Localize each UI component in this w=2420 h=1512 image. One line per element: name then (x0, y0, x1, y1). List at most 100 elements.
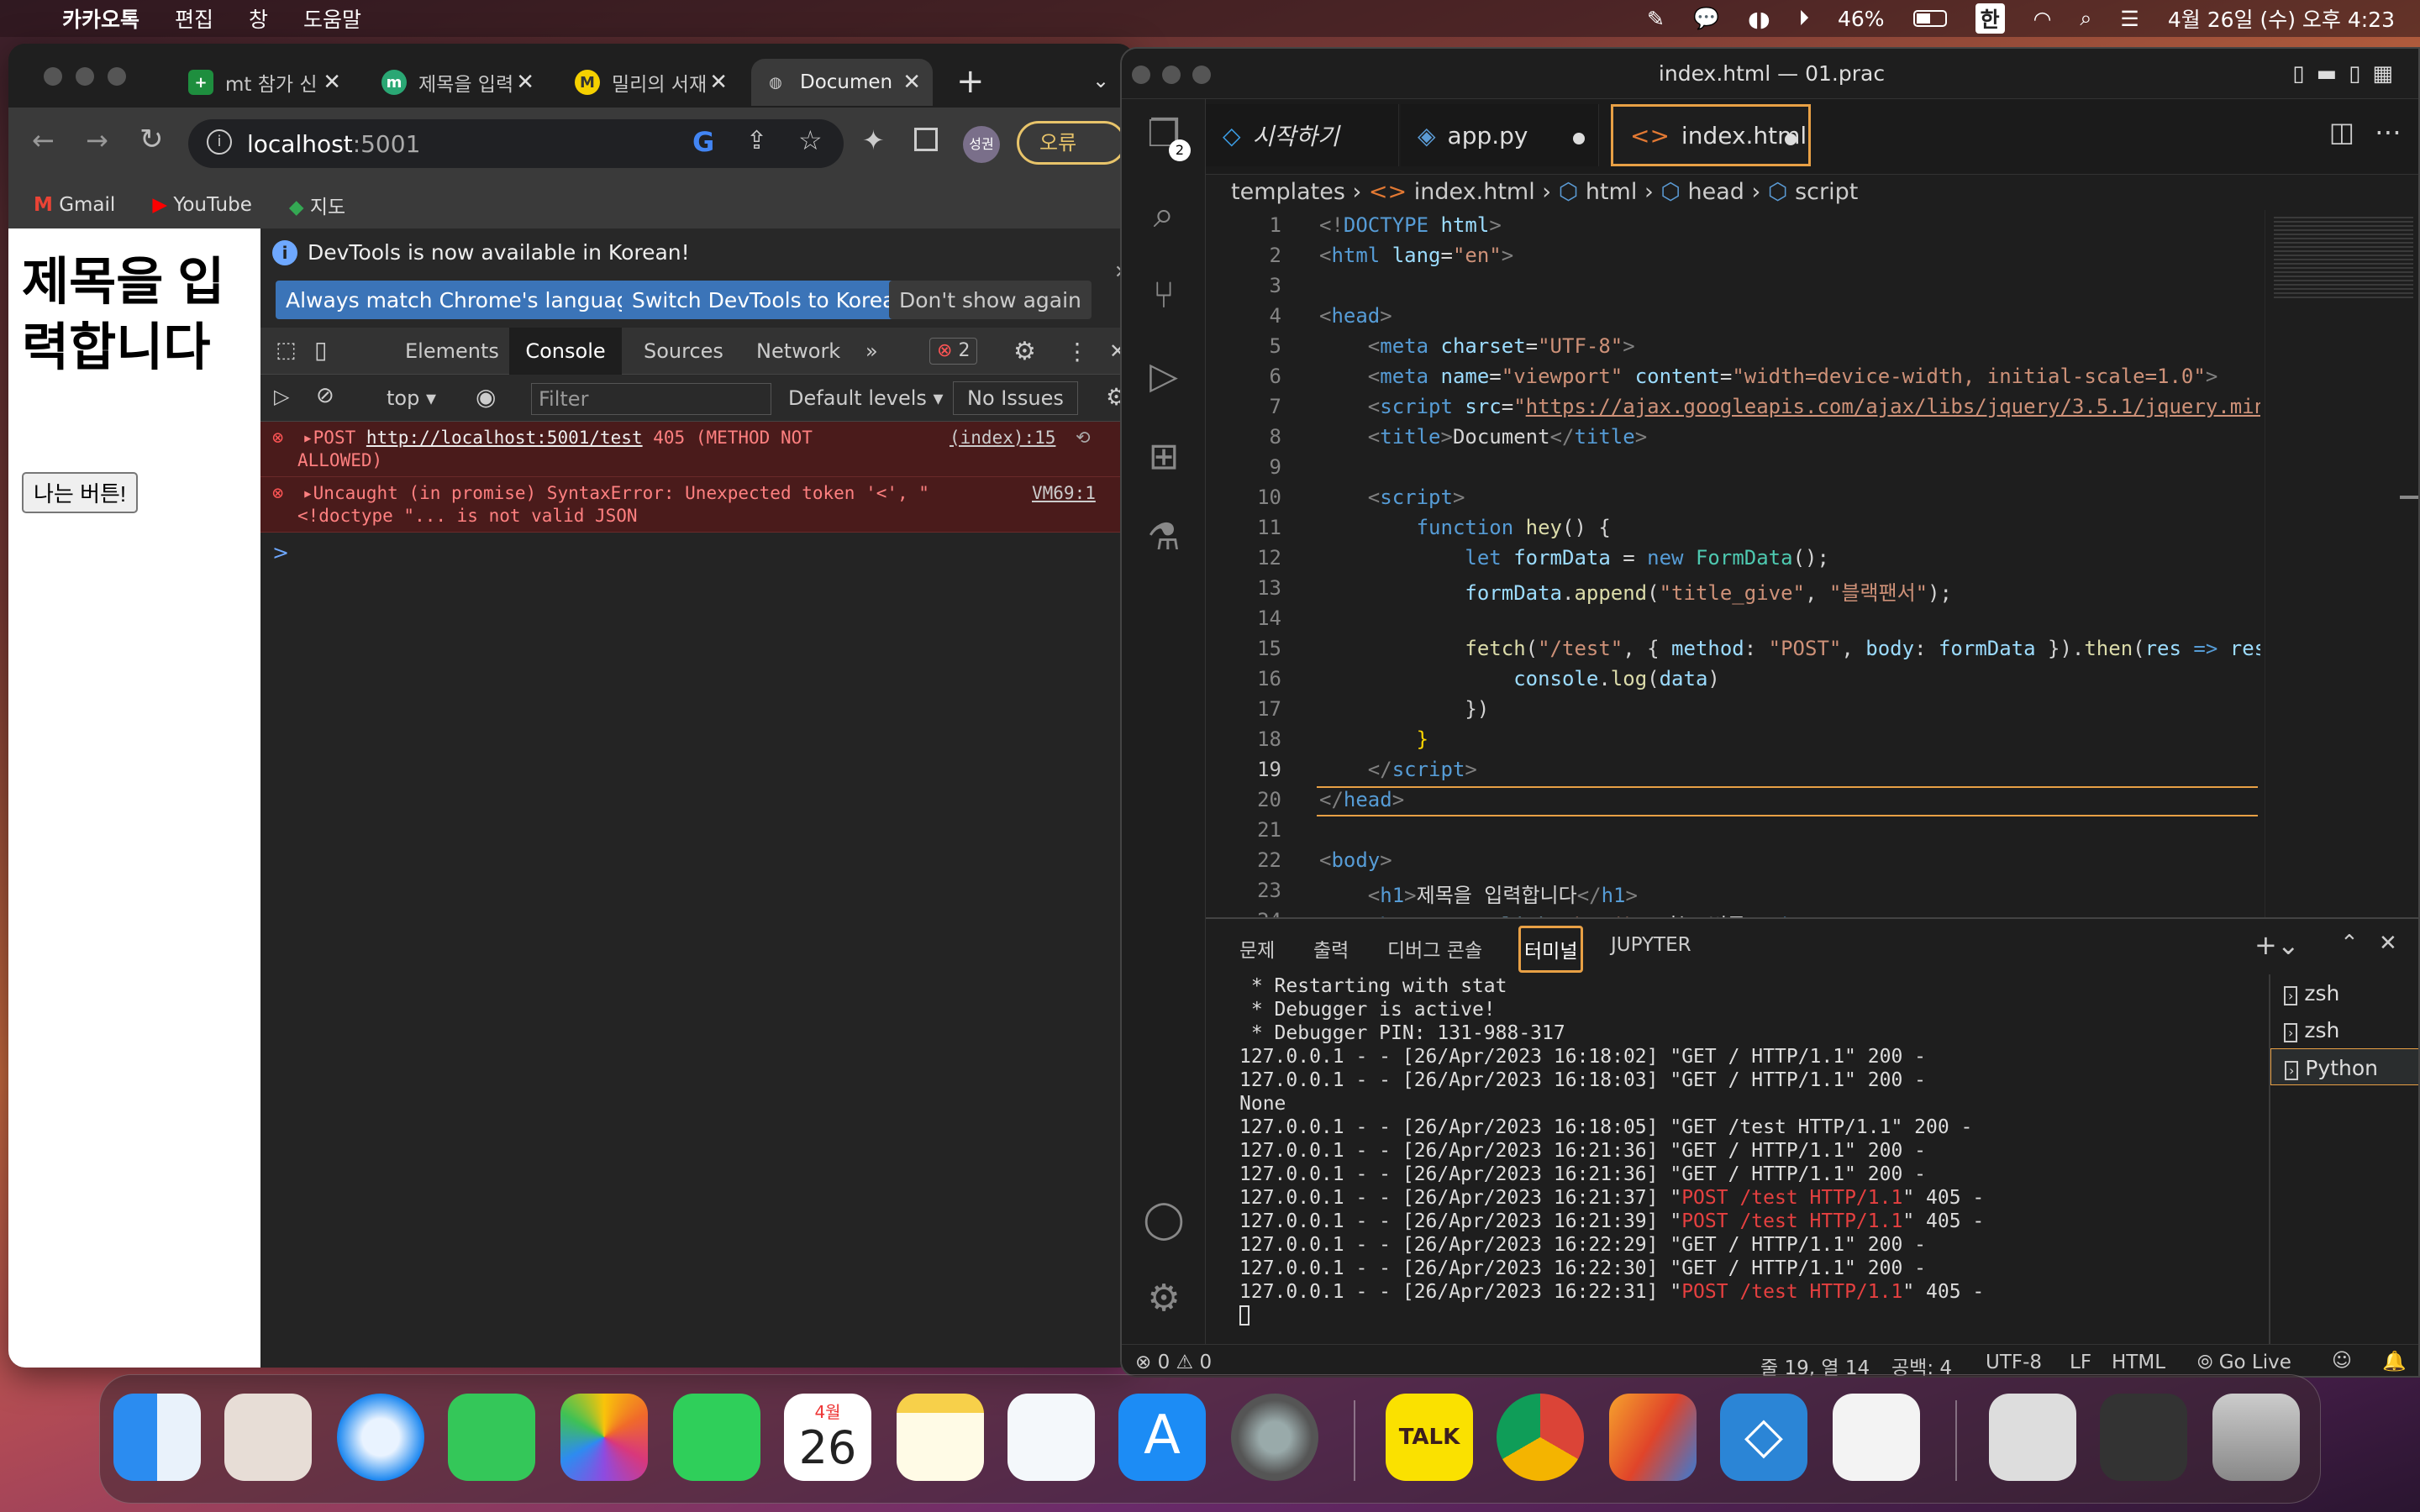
input-source[interactable]: 한 (1975, 3, 2005, 34)
close-tab-icon[interactable]: ✕ (516, 70, 534, 95)
menu-window[interactable]: 창 (249, 3, 268, 34)
breadcrumb-item[interactable]: templates (1231, 179, 1345, 205)
problems-status[interactable]: ⊗ 0 ⚠ 0 (1135, 1352, 1212, 1373)
notes-icon[interactable] (897, 1394, 984, 1481)
terminal-item-active[interactable]: › Python (2270, 1048, 2418, 1085)
layout-icons[interactable]: ▯▬▯▦ (2292, 49, 2405, 99)
tab-terminal[interactable]: 터미널 (1518, 926, 1584, 973)
address-bar[interactable]: i localhost:5001 G ⇪ ☆ (188, 119, 844, 168)
close-window-icon[interactable] (1132, 66, 1150, 84)
levels-select[interactable]: Default levels ▾ (788, 386, 944, 410)
close-panel-icon[interactable]: ✕ (2379, 931, 2397, 956)
clear-console-icon[interactable]: ⊘ (316, 383, 334, 408)
site-info-icon[interactable]: i (207, 129, 232, 155)
share-icon[interactable]: ⇪ (746, 126, 767, 155)
breadcrumb-item[interactable]: html (1586, 179, 1638, 205)
new-tab-icon[interactable]: + (956, 62, 985, 101)
tab-app-py[interactable]: ◈ app.py (1401, 104, 1599, 166)
close-tab-icon[interactable]: ✕ (709, 70, 728, 95)
battery-percent[interactable]: 46% (1838, 7, 1885, 31)
tab-welcome[interactable]: ◇ 시작하기 (1206, 104, 1399, 166)
manage-gear-icon[interactable]: ⚙ (1140, 1275, 1187, 1322)
code-editor[interactable]: 123456789101112131415161718192021222324 … (1206, 210, 2418, 937)
error-source-link[interactable]: VM69:1 (1032, 482, 1096, 505)
play-icon[interactable]: ⏵ (1798, 6, 1809, 31)
breadcrumb-item[interactable]: script (1795, 179, 1858, 205)
terminal-item[interactable]: › zsh (2270, 1011, 2418, 1048)
error-count-badge[interactable]: ⊗ 2 (929, 338, 978, 365)
error-button[interactable]: 오류 (1017, 121, 1126, 165)
bookmark-star-icon[interactable]: ☆ (798, 124, 823, 156)
notifications-icon[interactable]: 🔔 (2382, 1350, 2407, 1373)
tab-jupyter[interactable]: JUPYTER (1611, 934, 1691, 956)
close-window-icon[interactable] (44, 67, 62, 86)
minimap-slider[interactable] (2400, 496, 2418, 499)
hey-button[interactable]: 나는 버튼! (22, 472, 139, 513)
finder-icon[interactable] (113, 1394, 201, 1481)
tab-network[interactable]: Network (756, 328, 840, 375)
extensions-icon[interactable]: ✦ (862, 124, 885, 156)
photos-icon[interactable] (560, 1394, 648, 1481)
recent-window-icon[interactable] (2100, 1394, 2187, 1481)
trash-icon[interactable] (2212, 1394, 2300, 1481)
bookmark-youtube[interactable]: ▶ YouTube (152, 194, 252, 216)
device-toolbar-icon[interactable]: ▯ (314, 336, 327, 364)
close-tab-icon[interactable]: ✕ (323, 70, 341, 95)
extensions-icon[interactable]: ⊞ (1140, 433, 1187, 480)
breadcrumb-item[interactable]: index.html (1414, 179, 1535, 205)
split-editor-icon[interactable]: ◫ (2329, 116, 2354, 148)
search-icon[interactable]: ⌕ (1140, 192, 1187, 239)
unsaved-dot-icon[interactable] (1573, 133, 1585, 144)
inspect-icon[interactable]: ⬚ (276, 338, 297, 363)
zoom-window-icon[interactable] (1192, 66, 1211, 84)
tab-sources[interactable]: Sources (644, 328, 723, 375)
launchpad-icon[interactable] (224, 1394, 312, 1481)
kebab-menu-icon[interactable]: ⋮ (1065, 328, 1089, 375)
messages-icon[interactable] (448, 1394, 535, 1481)
back-icon[interactable]: ← (32, 124, 55, 156)
terminal-output[interactable]: * Restarting with stat * Debugger is act… (1239, 974, 2256, 1344)
kakaotalk-icon[interactable]: TALK (1386, 1394, 1473, 1481)
switch-korean-button[interactable]: Switch DevTools to Korean (622, 281, 919, 319)
tab-console[interactable]: Console (509, 328, 622, 375)
google-icon[interactable]: G (692, 126, 714, 158)
system-settings-icon[interactable] (1231, 1394, 1318, 1481)
source-control-icon[interactable]: ⑂ (1140, 272, 1187, 319)
bookmark-gmail[interactable]: M Gmail (34, 194, 115, 216)
more-actions-icon[interactable]: ⋯ (2375, 116, 2402, 148)
new-terminal-icon[interactable]: +⌄ (2254, 929, 2300, 961)
browser-tab-active[interactable]: ◍ Documen ✕ (751, 59, 933, 106)
network-request-icon[interactable]: ⟲ (1076, 427, 1091, 449)
browser-tab[interactable]: m 제목을 입력 ✕ (370, 59, 546, 106)
zoom-window-icon[interactable] (108, 67, 126, 86)
textedit-icon[interactable] (1833, 1394, 1920, 1481)
tab-debug-console[interactable]: 디버그 콘솔 (1387, 934, 1482, 963)
chrome-icon[interactable] (1497, 1394, 1584, 1481)
chat-status-icon[interactable]: 💬 (1693, 6, 1719, 31)
bookmark-status-icon[interactable]: ✎ (1647, 7, 1665, 31)
reload-icon[interactable]: ↻ (139, 123, 164, 156)
tab-elements[interactable]: Elements (405, 328, 499, 375)
vscode-icon[interactable]: ◇ (1720, 1394, 1807, 1481)
browser-tab[interactable]: + mt 참가 신 ✕ (176, 59, 353, 106)
terminal-cursor[interactable] (1239, 1305, 1249, 1326)
control-center-icon[interactable]: ☰ (2120, 7, 2139, 31)
side-panel-icon[interactable] (914, 128, 938, 151)
airpods-icon[interactable]: ◖◗ (1748, 7, 1770, 31)
recent-doc-icon[interactable] (1989, 1394, 2076, 1481)
unsaved-dot-icon[interactable] (1785, 134, 1797, 145)
calendar-icon[interactable]: 4월 26 (784, 1394, 871, 1481)
context-select[interactable]: top ▾ (387, 386, 436, 410)
dont-show-button[interactable]: Don't show again (889, 281, 1092, 319)
tab-index-html[interactable]: <> index.html (1611, 104, 1811, 166)
error-url-link[interactable]: http://localhost:5001/test (366, 428, 643, 448)
live-expression-icon[interactable]: ◉ (476, 383, 496, 411)
forward-icon[interactable]: → (86, 124, 108, 156)
sidebar-toggle-icon[interactable]: ▷ (274, 385, 289, 408)
feedback-icon[interactable]: ☺ (2332, 1350, 2352, 1372)
bookmark-maps[interactable]: ◆ 지도 (289, 191, 345, 219)
menu-edit[interactable]: 편집 (175, 3, 213, 34)
error-source-link[interactable]: (index):15 (950, 427, 1055, 449)
pages-icon[interactable] (1609, 1394, 1697, 1481)
menu-help[interactable]: 도움말 (303, 3, 361, 34)
